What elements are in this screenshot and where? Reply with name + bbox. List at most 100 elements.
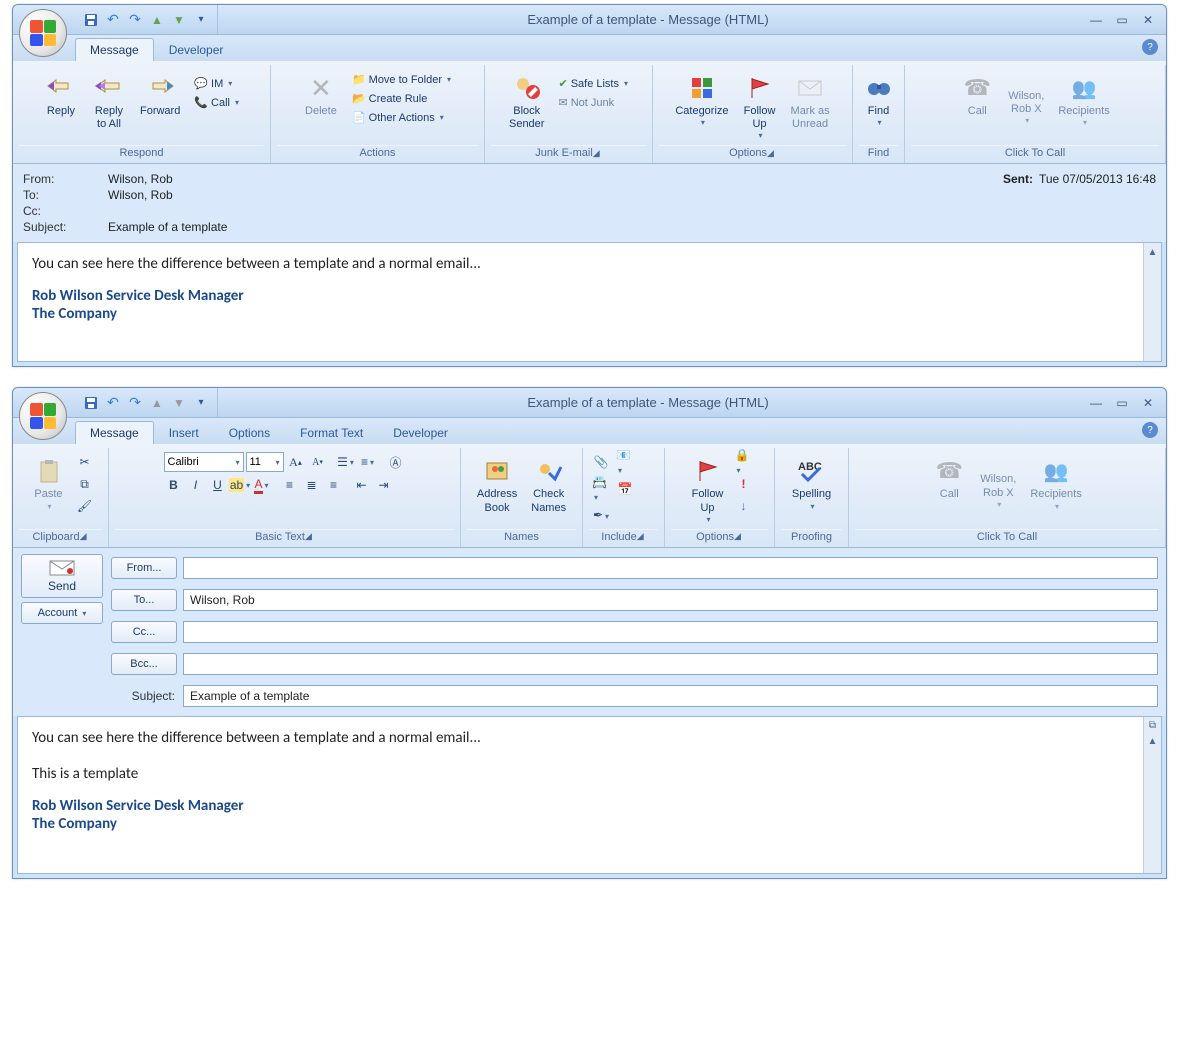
cut-button[interactable]: ✂ — [75, 452, 95, 472]
attach-item-button[interactable]: 📧▾ — [615, 452, 635, 472]
save-icon[interactable] — [83, 395, 99, 411]
office-button[interactable] — [19, 9, 67, 57]
ctc-name-button[interactable]: Wilson, Rob X▾ — [975, 452, 1021, 511]
reply-all-button[interactable]: Reply to All — [87, 69, 131, 134]
undo-icon[interactable]: ↶ — [105, 12, 121, 28]
highlight-button[interactable]: ab▾ — [230, 475, 250, 495]
compose-body[interactable]: You can see here the difference between … — [17, 716, 1162, 874]
increase-indent-button[interactable]: ⇥ — [374, 475, 394, 495]
reply-button[interactable]: Reply — [39, 69, 83, 121]
find-button[interactable]: Find▾ — [857, 69, 901, 130]
tab-developer[interactable]: Developer — [154, 38, 239, 61]
scrollbar[interactable]: ▲ — [1143, 243, 1161, 361]
options2-dialog-launcher[interactable]: ◢ — [734, 531, 741, 542]
safe-lists-button[interactable]: ✔Safe Lists▾ — [553, 75, 633, 92]
minimize-button[interactable]: — — [1088, 12, 1104, 28]
follow-up-button[interactable]: Follow Up▾ — [738, 69, 782, 143]
permission-button[interactable]: 🔒▾ — [734, 452, 754, 472]
business-card-button[interactable]: 📇▾ — [591, 479, 611, 499]
numbering-button[interactable]: ≡▾ — [358, 452, 378, 472]
minimize-button[interactable]: — — [1088, 395, 1104, 411]
include-dialog-launcher[interactable]: ◢ — [637, 531, 644, 542]
shrink-font-button[interactable]: A▾ — [308, 452, 328, 472]
address-book-button[interactable]: Address Book — [472, 452, 522, 517]
ctc-call-button[interactable]: ☎ Call — [955, 69, 999, 121]
im-button[interactable]: 💬IM▾ — [189, 75, 244, 92]
redo-icon[interactable]: ↷ — [127, 395, 143, 411]
font-size-selector[interactable]: 11▾ — [246, 452, 284, 472]
underline-button[interactable]: U — [208, 475, 228, 495]
maximize-button[interactable]: ▭ — [1114, 395, 1130, 411]
to-button[interactable]: To... — [111, 589, 177, 611]
undo-icon[interactable]: ↶ — [105, 395, 121, 411]
forward-button[interactable]: Forward — [135, 69, 185, 121]
signature-button[interactable]: ✒▾ — [591, 505, 611, 525]
maximize-button[interactable]: ▭ — [1114, 12, 1130, 28]
previous-icon[interactable]: ▲ — [149, 12, 165, 28]
align-right-button[interactable]: ≡ — [324, 475, 344, 495]
clear-formatting-button[interactable]: Ⓐ — [386, 452, 406, 472]
tab-message[interactable]: Message — [75, 38, 154, 61]
low-importance-button[interactable]: ↓ — [734, 496, 754, 516]
close-button[interactable]: ✕ — [1140, 12, 1156, 28]
cc-button[interactable]: Cc... — [111, 621, 177, 643]
from-button[interactable]: From... — [111, 557, 177, 579]
help-button[interactable]: ? — [1142, 422, 1158, 438]
tab-options[interactable]: Options — [214, 421, 285, 444]
move-to-folder-button[interactable]: 📁Move to Folder▾ — [347, 71, 456, 88]
bullets-button[interactable]: ☰▾ — [336, 452, 356, 472]
to-field[interactable] — [183, 589, 1158, 611]
ctc-recipients-button[interactable]: 👥 Recipients▾ — [1053, 69, 1114, 130]
check-names-button[interactable]: Check Names — [526, 452, 571, 517]
italic-button[interactable]: I — [186, 475, 206, 495]
scrollbar[interactable]: ⧉ ▲ — [1143, 717, 1161, 873]
other-actions-button[interactable]: 📄Other Actions▾ — [347, 109, 456, 126]
help-button[interactable]: ? — [1142, 39, 1158, 55]
spelling-button[interactable]: ABC Spelling▾ — [787, 452, 836, 513]
qat-customize-icon[interactable]: ▾ — [193, 395, 209, 411]
call-button[interactable]: 📞Call▾ — [189, 94, 244, 111]
tab-message[interactable]: Message — [75, 421, 154, 444]
paste-button[interactable]: Paste▾ — [27, 452, 71, 513]
save-icon[interactable] — [83, 12, 99, 28]
block-sender-button[interactable]: Block Sender — [504, 69, 549, 134]
follow-up-button[interactable]: Follow Up▾ — [686, 452, 730, 526]
send-button[interactable]: Send — [21, 554, 103, 598]
grow-font-button[interactable]: A▴ — [286, 452, 306, 472]
scroll-up-icon[interactable]: ▲ — [1144, 733, 1161, 749]
tab-format-text[interactable]: Format Text — [285, 421, 378, 444]
font-selector[interactable]: Calibri▾ — [164, 452, 244, 472]
copy-button[interactable]: ⧉ — [75, 474, 95, 494]
calendar-button[interactable]: 📅 — [615, 479, 635, 499]
basictext-dialog-launcher[interactable]: ◢ — [305, 531, 312, 542]
account-button[interactable]: Account ▾ — [21, 602, 103, 624]
align-center-button[interactable]: ≣ — [302, 475, 322, 495]
scroll-up-icon[interactable]: ▲ — [1144, 243, 1161, 259]
previous-icon[interactable]: ▲ — [149, 395, 165, 411]
not-junk-button[interactable]: ✉Not Junk — [553, 94, 633, 111]
ctc-call-button[interactable]: ☎ Call — [927, 452, 971, 504]
create-rule-button[interactable]: 📂Create Rule — [347, 90, 456, 107]
subject-field[interactable] — [183, 685, 1158, 707]
bcc-field[interactable] — [183, 653, 1158, 675]
align-left-button[interactable]: ≡ — [280, 475, 300, 495]
attach-file-button[interactable]: 📎 — [591, 452, 611, 472]
bcc-button[interactable]: Bcc... — [111, 653, 177, 675]
decrease-indent-button[interactable]: ⇤ — [352, 475, 372, 495]
qat-customize-icon[interactable]: ▾ — [193, 12, 209, 28]
format-painter-button[interactable]: 🖌 — [75, 496, 95, 516]
cc-field[interactable] — [183, 621, 1158, 643]
tab-insert[interactable]: Insert — [154, 421, 214, 444]
options-pane-icon[interactable]: ⧉ — [1144, 717, 1161, 733]
junk-dialog-launcher[interactable]: ◢ — [593, 148, 600, 159]
font-color-button[interactable]: A▾ — [252, 475, 272, 495]
ctc-name-button[interactable]: Wilson, Rob X▾ — [1003, 69, 1049, 128]
mark-unread-button[interactable]: Mark as Unread — [786, 69, 835, 134]
clipboard-dialog-launcher[interactable]: ◢ — [80, 531, 87, 542]
close-button[interactable]: ✕ — [1140, 395, 1156, 411]
next-icon[interactable]: ▼ — [171, 12, 187, 28]
categorize-button[interactable]: Categorize▾ — [670, 69, 733, 130]
delete-button[interactable]: ✕ Delete — [299, 69, 343, 121]
next-icon[interactable]: ▼ — [171, 395, 187, 411]
high-importance-button[interactable]: ! — [734, 474, 754, 494]
